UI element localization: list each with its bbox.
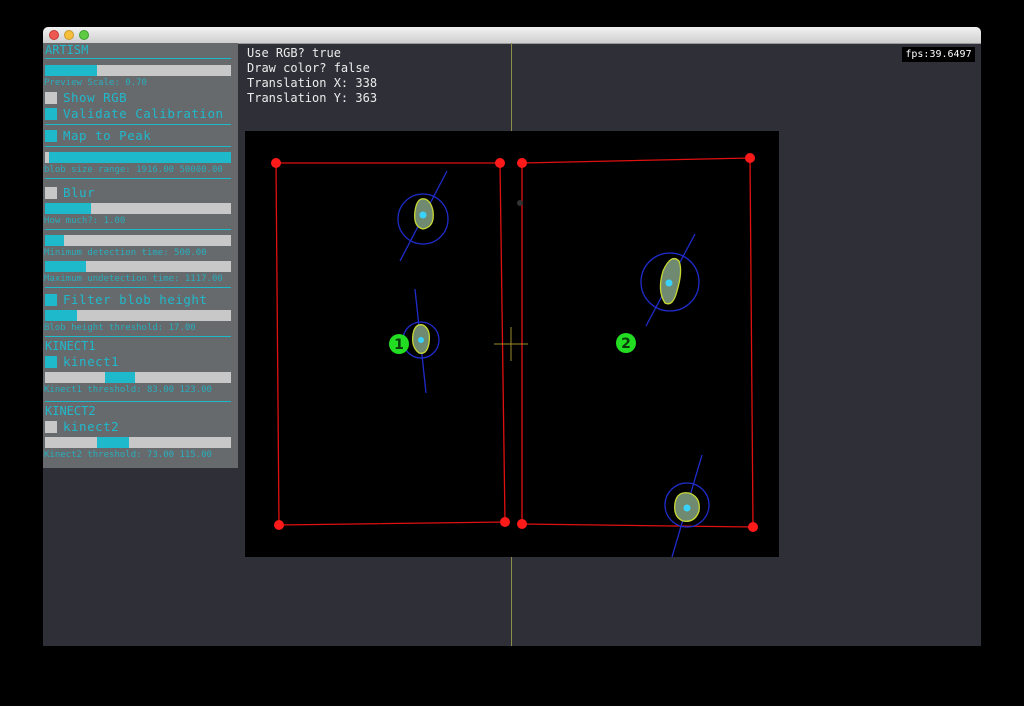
kinect1-toggle[interactable]: kinect1 [45, 354, 231, 369]
checkbox[interactable] [45, 130, 57, 142]
minimum-detection-time-label: Minimum detection time: 500.00 [44, 248, 207, 258]
filter-blob-height-toggle[interactable]: Filter blob height [45, 292, 231, 307]
blur-toggle[interactable]: Blur [45, 185, 231, 200]
zone-2-boundary [521, 157, 754, 528]
preview-scale-label: Preview Scale: 0.70 [44, 78, 147, 88]
tracked-blob [397, 170, 449, 262]
kinect1-threshold-label: Kinect1 threshold: 83.00 123.00 [44, 385, 212, 395]
zone-badge-1: 1 [389, 334, 409, 354]
divider [45, 146, 231, 147]
slider-fill [45, 261, 86, 272]
toggle-label: Validate Calibration [63, 106, 224, 121]
control-panel: ARTISM Preview Scale: 0.70 Show RGB Vali… [43, 43, 238, 468]
how-much-slider[interactable] [45, 203, 231, 214]
close-button[interactable] [49, 30, 59, 40]
calibration-handle[interactable] [271, 158, 281, 168]
slider-fill [49, 152, 231, 163]
zone-label-2: 2 [621, 336, 631, 352]
maximum-undetection-time-label: Maximum undetection time: 1117.00 [44, 274, 223, 284]
checkbox[interactable] [45, 294, 57, 306]
kinect2-header: KINECT2 [45, 404, 96, 418]
minimize-button[interactable] [64, 30, 74, 40]
checkbox[interactable] [45, 92, 57, 104]
minimum-detection-time-slider[interactable] [45, 235, 231, 246]
toggle-label: Show RGB [63, 90, 128, 105]
toggle-label: kinect1 [63, 354, 120, 369]
calibration-handle[interactable] [495, 158, 505, 168]
fps-counter: fps:39.6497 [902, 47, 975, 62]
blob-height-threshold-slider[interactable] [45, 310, 231, 321]
toggle-label: Filter blob height [63, 292, 208, 307]
validate-calibration-toggle[interactable]: Validate Calibration [45, 106, 231, 121]
blob-height-threshold-label: Blob height threshold: 17.00 [44, 323, 196, 333]
zoom-button[interactable] [79, 30, 89, 40]
tracked-blob [640, 233, 700, 327]
toggle-label: Blur [63, 185, 96, 200]
maximum-undetection-time-slider[interactable] [45, 261, 231, 272]
use-rgb-text: Use RGB? true [247, 46, 341, 60]
slider-fill [45, 310, 77, 321]
slider-fill [105, 372, 135, 383]
kinect2-toggle[interactable]: kinect2 [45, 419, 231, 434]
kinect2-threshold-label: Kinect2 threshold: 73.00 115.00 [44, 450, 212, 460]
divider [45, 124, 231, 125]
checkbox[interactable] [45, 421, 57, 433]
divider [45, 58, 231, 59]
draw-color-text: Draw color? false [247, 61, 370, 75]
calibration-handle[interactable] [274, 520, 284, 530]
divider [45, 287, 231, 288]
show-rgb-toggle[interactable]: Show RGB [45, 90, 231, 105]
calibration-handle[interactable] [517, 519, 527, 529]
divider [45, 229, 231, 230]
preview-scale-slider[interactable] [45, 65, 231, 76]
slider-fill [45, 235, 64, 246]
divider [45, 336, 231, 337]
divider [45, 401, 231, 402]
blob-size-range-slider[interactable] [45, 152, 231, 163]
translation-y-text: Translation Y: 363 [247, 91, 378, 105]
depth-view[interactable]: 1 2 [245, 131, 779, 557]
calibration-handle[interactable] [517, 158, 527, 168]
blob-size-range-label: blob size range: 1916.00 50000.00 [44, 165, 223, 175]
divider [45, 178, 231, 179]
checkbox[interactable] [45, 108, 57, 120]
zone-badge-2: 2 [616, 333, 636, 353]
how-much-label: How much?: 1.00 [44, 216, 126, 226]
calibration-handle[interactable] [500, 517, 510, 527]
checkbox[interactable] [45, 356, 57, 368]
kinect1-header: KINECT1 [45, 339, 96, 353]
slider-fill [45, 65, 97, 76]
kinect2-threshold-slider[interactable] [45, 437, 231, 448]
checkbox[interactable] [45, 187, 57, 199]
slider-fill [45, 203, 91, 214]
map-to-peak-toggle[interactable]: Map to Peak [45, 128, 231, 143]
app-window: ARTISM Preview Scale: 0.70 Show RGB Vali… [43, 27, 981, 646]
noise-blob [517, 200, 523, 206]
calibration-canvas[interactable]: 1 2 [245, 131, 779, 557]
slider-fill [97, 437, 129, 448]
translation-x-text: Translation X: 338 [247, 76, 378, 90]
zone-label-1: 1 [394, 337, 404, 353]
toggle-label: Map to Peak [63, 128, 152, 143]
toggle-label: kinect2 [63, 419, 120, 434]
kinect1-threshold-slider[interactable] [45, 372, 231, 383]
calibration-handle[interactable] [745, 153, 755, 163]
calibration-handle[interactable] [748, 522, 758, 532]
artism-header: ARTISM [45, 43, 89, 57]
tracked-blob [664, 454, 710, 557]
title-bar [43, 27, 981, 44]
